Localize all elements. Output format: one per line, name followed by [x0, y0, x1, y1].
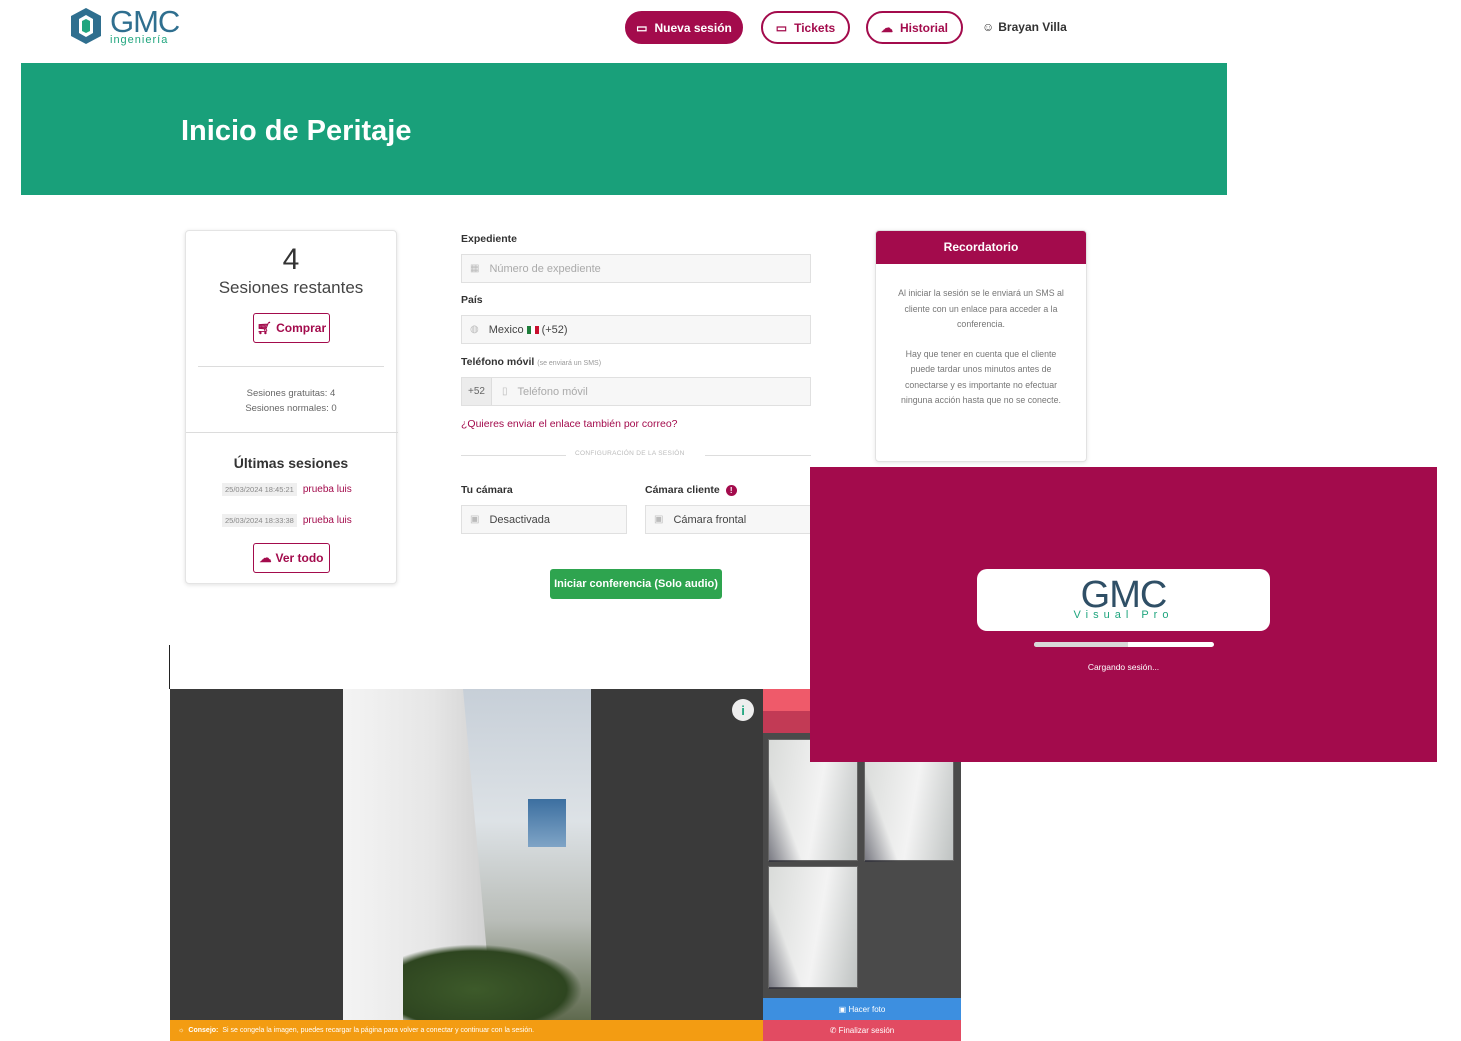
- history-button[interactable]: ☁ Historial: [866, 11, 963, 44]
- your-camera-select[interactable]: ▣ Desactivada: [461, 505, 627, 534]
- buy-button[interactable]: 🛒︎ Comprar: [253, 313, 330, 343]
- end-session-label: Finalizar sesión: [838, 1026, 895, 1035]
- divider: [705, 455, 811, 456]
- page-title: Inicio de Peritaje: [181, 115, 412, 147]
- mexico-flag-icon: [526, 325, 539, 334]
- sessions-card: 4 Sesiones restantes 🛒︎ Comprar Sesiones…: [185, 230, 398, 584]
- free-sessions: Sesiones gratuitas: 4: [246, 388, 336, 399]
- divider: [169, 645, 170, 689]
- loader-logo-box: GMC Visual Pro: [977, 569, 1270, 631]
- session-row[interactable]: 25/03/2024 18:45:21 prueba luis: [222, 483, 352, 496]
- info-icon[interactable]: i: [732, 699, 754, 721]
- cloud-icon: ☁: [259, 551, 272, 565]
- start-conference-button[interactable]: Iniciar conferencia (Solo audio): [550, 569, 722, 599]
- country-label: País: [461, 294, 483, 306]
- brand-name: GMC: [110, 4, 180, 39]
- recent-sessions-title: Últimas sesiones: [233, 455, 349, 471]
- buy-label: Comprar: [276, 321, 327, 335]
- tickets-label: Tickets: [794, 20, 836, 35]
- new-session-label: Nueva sesión: [654, 20, 732, 35]
- phone-note: (se enviará un SMS): [537, 360, 602, 367]
- your-camera-value: Desactivada: [489, 513, 550, 526]
- reminder-text: Hay que tener en cuenta que el cliente p…: [901, 348, 1061, 406]
- calendar-icon: ▦: [470, 263, 480, 274]
- phone-icon: ▯: [501, 386, 508, 397]
- remaining-label: Sesiones restantes: [218, 278, 364, 297]
- end-call-icon: ✆: [829, 1026, 839, 1035]
- tip-text: Si se congela la imagen, puedes recargar…: [222, 1027, 535, 1034]
- config-separator: CONFIGURACIÓN DE LA SESIÓN: [575, 450, 685, 457]
- video-icon: ▭: [636, 20, 648, 35]
- user-menu[interactable]: ☺ Brayan Villa: [982, 20, 1067, 34]
- camera-icon: ▣: [654, 514, 664, 525]
- brand-tagline: ingeniería: [110, 34, 169, 46]
- phone-prefix: +52: [462, 378, 492, 405]
- session-link[interactable]: prueba luis: [303, 484, 352, 495]
- tip-label: Consejo:: [188, 1027, 219, 1034]
- session-date: 25/03/2024 18:33:38: [222, 514, 297, 527]
- tip-bar: ☼ Consejo: Si se congela la imagen, pued…: [170, 1020, 763, 1041]
- camera-icon: ▣: [470, 514, 480, 525]
- camera-icon: ▣: [838, 1004, 849, 1014]
- reminder-text: Al iniciar la sesión se le enviará un SM…: [898, 288, 1064, 329]
- cart-icon: 🛒︎: [256, 321, 273, 335]
- user-icon: ☺: [982, 20, 995, 34]
- reminder-card: Recordatorio Al iniciar la sesión se le …: [875, 230, 1087, 462]
- file-label: Expediente: [461, 233, 518, 245]
- session-link[interactable]: prueba luis: [303, 515, 352, 526]
- email-link[interactable]: ¿Quieres enviar el enlace también por co…: [461, 418, 678, 430]
- tickets-button[interactable]: ▭ Tickets: [761, 11, 850, 44]
- globe-icon: ◍: [470, 324, 479, 335]
- take-photo-button[interactable]: ▣ Hacer foto: [763, 998, 961, 1020]
- file-placeholder: Número de expediente: [489, 262, 601, 275]
- lightbulb-icon: ☼: [178, 1027, 185, 1034]
- page-banner: Inicio de Peritaje: [21, 63, 1227, 195]
- loading-screen: GMC Visual Pro Cargando sesión...: [810, 467, 1437, 762]
- divider: [198, 366, 384, 367]
- session-date: 25/03/2024 18:45:21: [222, 483, 297, 496]
- ticket-icon: ▭: [775, 20, 788, 35]
- phone-input[interactable]: +52 ▯ Teléfono móvil: [461, 377, 811, 406]
- progress-fill: [1034, 642, 1128, 647]
- client-camera-value: Cámara frontal: [673, 513, 747, 526]
- country-select[interactable]: ◍ Mexico (+52): [461, 315, 811, 344]
- brand-logo[interactable]: GMC ingeniería: [68, 4, 180, 46]
- user-name: Brayan Villa: [998, 20, 1067, 34]
- photo-thumbnail[interactable]: [768, 866, 858, 989]
- remaining-count: 4: [282, 243, 300, 276]
- file-input[interactable]: ▦ Número de expediente: [461, 254, 811, 283]
- end-session-button[interactable]: ✆ Finalizar sesión: [763, 1020, 961, 1041]
- loader-logo-subtitle: Visual Pro: [1073, 609, 1174, 621]
- your-camera-label: Tu cámara: [461, 484, 513, 496]
- history-label: Historial: [899, 20, 948, 35]
- loading-status: Cargando sesión...: [1087, 662, 1160, 672]
- take-photo-label: Hacer foto: [848, 1004, 886, 1014]
- camera-feed: [343, 689, 591, 1020]
- phone-placeholder: Teléfono móvil: [517, 385, 588, 398]
- normal-sessions: Sesiones normales: 0: [245, 403, 337, 414]
- gmc-logo-icon: [71, 8, 101, 44]
- cloud-icon: ☁: [880, 20, 893, 35]
- view-all-button[interactable]: ☁ Ver todo: [253, 543, 330, 573]
- info-icon[interactable]: !: [725, 484, 737, 496]
- loading-progress-bar: [1034, 642, 1214, 647]
- reminder-title: Recordatorio: [876, 231, 1086, 264]
- client-camera-select[interactable]: ▣ Cámara frontal: [645, 505, 811, 534]
- divider: [186, 432, 398, 433]
- phone-label: Teléfono móvil (se enviará un SMS): [461, 356, 602, 368]
- new-session-button[interactable]: ▭ Nueva sesión: [625, 11, 743, 44]
- country-value: Mexico (+52): [488, 323, 568, 336]
- client-camera-label: Cámara cliente!: [645, 484, 737, 496]
- session-row[interactable]: 25/03/2024 18:33:38 prueba luis: [222, 514, 352, 527]
- view-all-label: Ver todo: [275, 551, 324, 565]
- divider: [461, 455, 566, 456]
